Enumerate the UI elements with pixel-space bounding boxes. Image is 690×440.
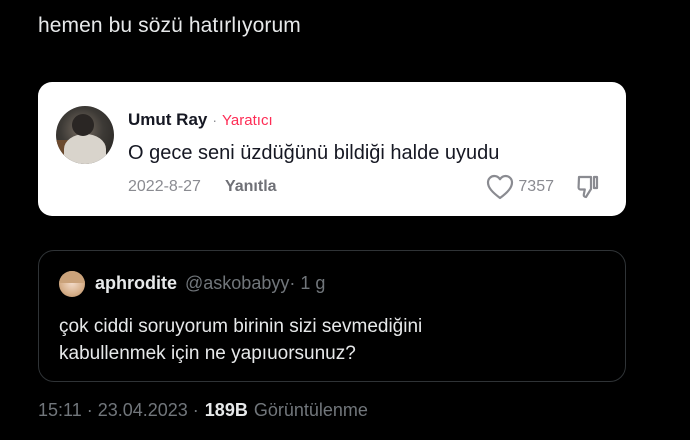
quote-avatar[interactable] xyxy=(59,271,85,297)
quote-header: aphrodite @askobabyy · 1 g xyxy=(95,273,325,294)
quote-text: çok ciddi soruyorum birinin sizi sevmedi… xyxy=(59,313,422,367)
comment-header: Umut Ray · Yaratıcı xyxy=(128,110,273,130)
comment-actions: 7357 xyxy=(486,174,600,200)
quoted-tweet[interactable]: aphrodite @askobabyy · 1 g çok ciddi sor… xyxy=(38,250,626,382)
views-label: Görüntülenme xyxy=(253,400,368,420)
views-count: 189B xyxy=(204,400,248,420)
dislike-icon[interactable] xyxy=(576,174,600,200)
like-count: 7357 xyxy=(518,178,554,195)
quote-text-line: çok ciddi soruyorum birinin sizi sevmedi… xyxy=(59,316,423,337)
quote-text-line: kabullenmek için ne yapıuorsunuz? xyxy=(59,343,356,364)
comment-date: 2022-8-27 xyxy=(128,178,201,195)
creator-badge: Yaratıcı xyxy=(222,112,273,129)
quote-handle[interactable]: @askobabyy xyxy=(185,273,289,294)
comment-avatar[interactable] xyxy=(56,106,114,164)
tweet-text: hemen bu sözü hatırlıyorum xyxy=(38,14,301,37)
comment-footer: 2022-8-27 Yanıtla xyxy=(128,178,277,196)
quote-time: · 1 g xyxy=(289,273,326,293)
quote-display-name[interactable]: aphrodite xyxy=(95,273,177,294)
heart-icon[interactable] xyxy=(486,174,514,200)
tiktok-comment-card: Umut Ray · Yaratıcı O gece seni üzdüğünü… xyxy=(38,82,626,216)
comment-author-name[interactable]: Umut Ray xyxy=(128,110,207,130)
tweet-meta: 15:11 · 23.04.2023 · 189B Görüntülenme xyxy=(38,400,368,421)
tweet-timestamp[interactable]: 15:11 · 23.04.2023 · xyxy=(38,400,199,421)
reply-button[interactable]: Yanıtla xyxy=(225,178,277,196)
comment-separator: · xyxy=(212,112,218,128)
comment-text: O gece seni üzdüğünü bildiği halde uyudu xyxy=(128,142,500,164)
